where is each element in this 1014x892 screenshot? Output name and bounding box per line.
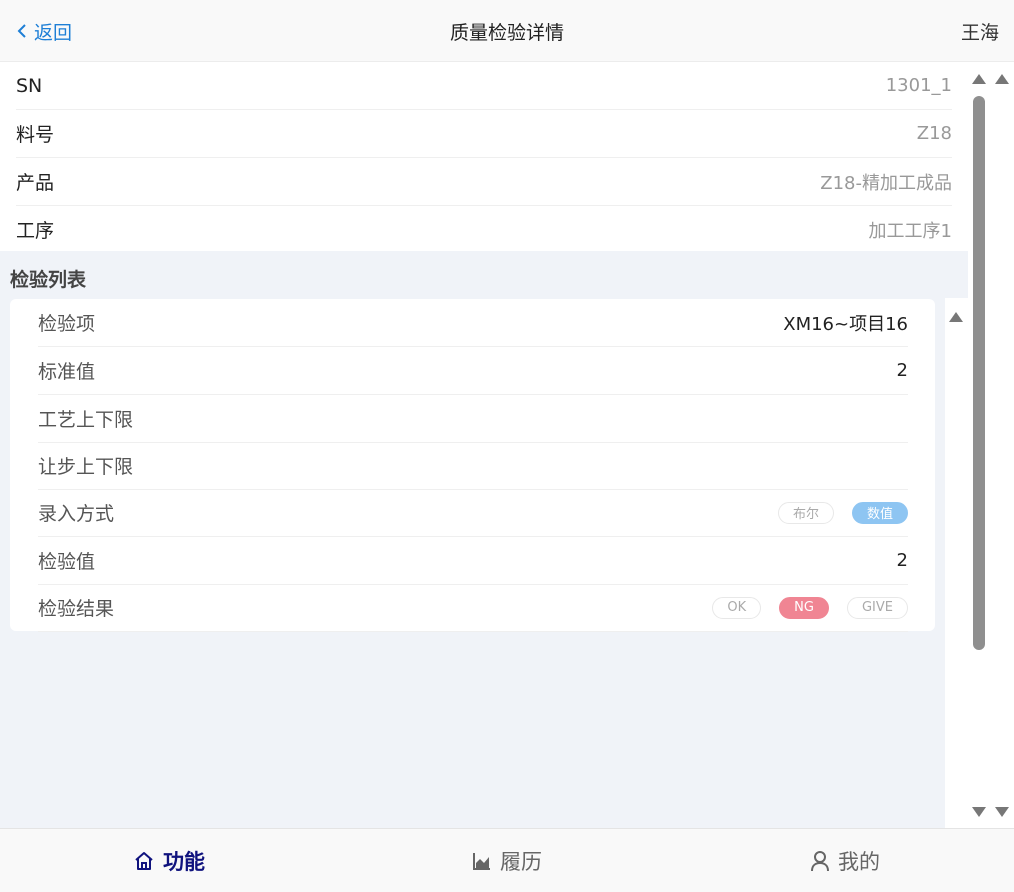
row-label: 检验项 (38, 313, 96, 335)
home-icon (135, 851, 153, 870)
user-name[interactable]: 王海 (961, 18, 999, 45)
row-label: 让步上下限 (38, 456, 134, 478)
scroll-up-icon-secondary[interactable] (995, 74, 1009, 84)
option-numeric[interactable]: 数值 (851, 501, 908, 524)
row-label: 工艺上下限 (38, 409, 134, 431)
row-inspection-value: 检验值 2 (38, 537, 908, 585)
info-row-sn: SN 1301_1 (16, 62, 952, 110)
bottom-nav: 功能 履历 我的 (0, 828, 1014, 892)
row-concession-limits: 让步上下限 (38, 442, 908, 490)
info-value: Z18 (916, 123, 952, 144)
row-inspection-result: 检验结果 OK NG GIVE (38, 584, 908, 632)
row-standard-value: 标准值 2 (38, 347, 908, 395)
result-ng[interactable]: NG (779, 596, 829, 619)
row-input-method: 录入方式 布尔 数值 (38, 489, 908, 537)
section-title: 检验列表 (10, 269, 87, 291)
row-value: XM16~项目16 (783, 313, 908, 335)
row-value: 2 (896, 550, 908, 571)
row-label: 标准值 (38, 361, 96, 383)
inner-scroll-up-icon[interactable] (949, 312, 963, 322)
page-title: 质量检验详情 (449, 22, 564, 44)
result-toggle: OK NG GIVE (712, 596, 908, 619)
info-label: 工序 (16, 220, 55, 242)
info-value: 1301_1 (885, 75, 952, 96)
row-label: 检验值 (38, 551, 96, 573)
nav-label: 我的 (838, 849, 880, 874)
top-bar: 返回 质量检验详情 王海 (0, 0, 1014, 62)
scroll-down-icon[interactable] (972, 807, 986, 817)
inspection-card: 检验项 XM16~项目16 标准值 2 工艺上下限 让步上下限 录入方式 布尔 … (10, 299, 935, 632)
input-method-toggle: 布尔 数值 (777, 501, 908, 524)
info-list: SN 1301_1 料号 Z18 产品 Z18-精加工成品 工序 加工工序1 (0, 62, 968, 253)
row-label: 录入方式 (38, 503, 115, 525)
row-value: 2 (896, 360, 908, 381)
info-value: Z18-精加工成品 (820, 172, 952, 194)
result-ok[interactable]: OK (712, 596, 762, 619)
row-inspection-item: 检验项 XM16~项目16 (38, 299, 908, 347)
nav-label: 功能 (163, 849, 205, 874)
info-label: 料号 (16, 124, 55, 146)
result-give[interactable]: GIVE (846, 596, 908, 619)
user-icon (811, 850, 829, 871)
nav-mine[interactable]: 我的 (676, 829, 1014, 892)
info-label: SN (16, 74, 43, 97)
nav-functions[interactable]: 功能 (0, 829, 338, 892)
row-process-limits: 工艺上下限 (38, 395, 908, 443)
scroll-up-icon[interactable] (972, 74, 986, 84)
outer-scrollbar-thumb[interactable] (973, 96, 985, 650)
info-row-process: 工序 加工工序1 (16, 206, 952, 253)
section-header-strip (945, 251, 968, 298)
info-label: 产品 (16, 172, 55, 194)
info-value: 加工工序1 (868, 220, 952, 242)
info-row-product: 产品 Z18-精加工成品 (16, 158, 952, 206)
scroll-down-icon-secondary[interactable] (995, 807, 1009, 817)
row-label: 检验结果 (38, 598, 115, 620)
info-row-part-number: 料号 Z18 (16, 110, 952, 158)
option-boolean[interactable]: 布尔 (777, 501, 834, 524)
nav-history[interactable]: 履历 (338, 829, 676, 892)
nav-label: 履历 (500, 849, 542, 874)
chart-icon (473, 852, 490, 870)
